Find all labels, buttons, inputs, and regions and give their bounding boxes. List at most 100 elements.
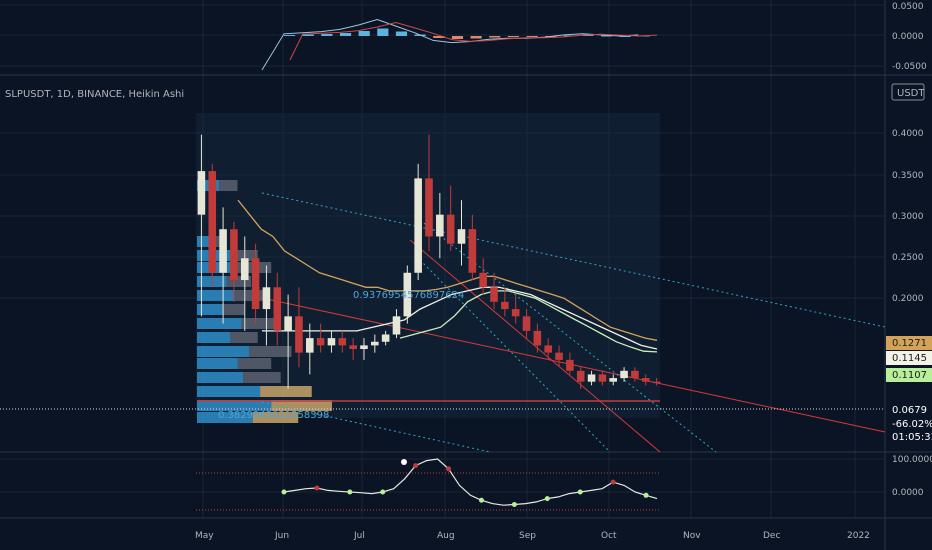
candle-body[interactable]	[457, 229, 466, 244]
osc-dot	[511, 502, 517, 508]
osc-dot	[643, 492, 649, 498]
volume-profile-bar-sell	[248, 346, 292, 357]
candle-body[interactable]	[284, 316, 292, 331]
candle-body[interactable]	[555, 352, 563, 360]
macd-histogram-bar	[507, 36, 519, 37]
candle-body[interactable]	[566, 359, 574, 371]
candle-body[interactable]	[533, 330, 542, 346]
macd-histogram-bar	[377, 28, 389, 36]
candle-body[interactable]	[273, 287, 282, 331]
volume-profile-bar-sell	[241, 318, 278, 329]
candle-body[interactable]	[631, 370, 639, 379]
price-tick-label: 0.4000	[892, 129, 924, 139]
price-label: 0.1145	[892, 353, 927, 364]
candle-body[interactable]	[436, 214, 444, 237]
macd-tick-label: -0.0500	[892, 62, 927, 72]
candle-body[interactable]	[360, 345, 368, 350]
candle-body[interactable]	[598, 374, 607, 382]
candle-body[interactable]	[652, 381, 661, 384]
volume-profile-bar-sell	[230, 332, 258, 343]
osc-dot	[610, 479, 616, 485]
osc-tick-label: 100.0000	[892, 455, 932, 465]
candle-body[interactable]	[414, 178, 422, 273]
candle-body[interactable]	[251, 258, 260, 310]
candle-body[interactable]	[327, 338, 336, 346]
time-tick-label: Oct	[601, 531, 617, 541]
volume-profile-bar-buy	[197, 332, 231, 343]
candle-body[interactable]	[240, 258, 249, 281]
candle-body[interactable]	[349, 345, 357, 350]
volume-profile-bar-sell	[219, 180, 238, 191]
candle-body[interactable]	[501, 301, 509, 310]
volume-profile-bar-sell	[234, 290, 265, 301]
osc-dot	[413, 463, 419, 469]
time-tick-label: May	[195, 531, 214, 541]
volume-profile-bar-sell	[222, 304, 245, 315]
macd-histogram-bar	[321, 34, 333, 36]
price-tick-label: 0.3500	[892, 171, 924, 181]
volume-profile-bar-buy	[197, 318, 242, 329]
candle-body[interactable]	[371, 341, 379, 346]
candle-body[interactable]	[490, 287, 498, 302]
osc-peak-dot	[401, 459, 407, 465]
volume-profile-bar-buy	[197, 304, 223, 315]
candle-body[interactable]	[425, 178, 433, 237]
osc-dot	[281, 489, 287, 495]
macd-histogram-bar	[526, 36, 538, 37]
fib-upper-label: 0.9376954576897624	[353, 290, 464, 301]
macd-histogram-bar	[451, 36, 464, 39]
time-tick-label: Dec	[763, 531, 780, 541]
candle-body[interactable]	[338, 338, 347, 346]
time-tick-label: Sep	[519, 531, 536, 541]
candle-body[interactable]	[305, 338, 314, 353]
volume-profile-bar-buy	[197, 358, 238, 369]
time-tick-label: 2022	[847, 531, 870, 541]
price-label: 0.1271	[892, 338, 927, 349]
volume-profile-bar-sell	[237, 358, 272, 369]
candle-body[interactable]	[381, 334, 390, 342]
price-label: -66.02%	[892, 419, 932, 430]
fib-lower-label: 0.3829943021558398	[218, 410, 329, 421]
macd-histogram-bar	[284, 35, 296, 36]
volume-profile-bar-sell	[260, 386, 312, 397]
candle-body[interactable]	[479, 272, 487, 288]
time-tick-label: Aug	[437, 531, 455, 541]
candle-body[interactable]	[446, 214, 455, 244]
volume-profile-bar-buy	[197, 290, 235, 301]
macd-histogram-bar	[395, 31, 408, 36]
candle-body[interactable]	[522, 316, 531, 331]
candle-body[interactable]	[197, 171, 206, 215]
price-label: 0.0679	[892, 405, 927, 416]
chart-canvas: 0.0500 0.0000 -0.0500 0.4000 0.3500 0.3000 0.2…	[0, 0, 932, 550]
candle-body[interactable]	[576, 370, 585, 382]
candle-body[interactable]	[392, 316, 401, 335]
price-tick-label: 0.3000	[892, 212, 924, 222]
candle-body[interactable]	[316, 338, 325, 346]
candle-body[interactable]	[511, 309, 520, 317]
osc-tick-label: 0.0000	[892, 488, 924, 498]
osc-dot	[347, 489, 353, 495]
candle-body[interactable]	[609, 378, 618, 382]
volume-profile-bar-buy	[197, 386, 261, 397]
osc-dot	[314, 485, 320, 491]
macd-tick-label: 0.0500	[892, 2, 924, 12]
candle-body[interactable]	[262, 287, 271, 310]
candle-body[interactable]	[208, 171, 217, 273]
candle-body[interactable]	[641, 378, 650, 382]
chart-title: SLPUSDT, 1D, BINANCE, Heikin Ashi	[5, 89, 184, 100]
currency-badge[interactable]: USDT	[897, 88, 925, 99]
candle-body[interactable]	[620, 370, 628, 379]
macd-histogram-bar	[470, 36, 482, 39]
candle-body[interactable]	[219, 229, 227, 273]
osc-dot	[380, 489, 386, 495]
osc-dot	[577, 489, 583, 495]
osc-dot	[544, 496, 550, 502]
candle-body[interactable]	[230, 229, 238, 281]
macd-histogram-bar	[339, 33, 352, 36]
osc-dot	[446, 466, 452, 472]
macd-histogram-bar	[489, 36, 501, 38]
candle-body[interactable]	[587, 374, 596, 382]
candle-body[interactable]	[468, 229, 477, 273]
candle-body[interactable]	[295, 316, 303, 353]
candle-body[interactable]	[544, 345, 553, 353]
